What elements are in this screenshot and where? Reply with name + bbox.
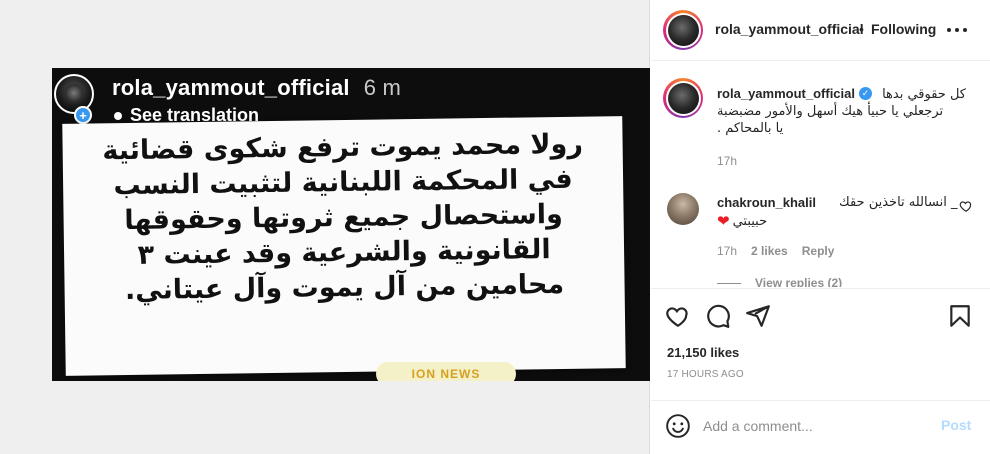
avatar-photo: [667, 14, 699, 46]
caption-text: . يا بالمحاكم: [717, 121, 784, 136]
announcement-line: محامين من آل يموت وآل عيتاني.: [124, 268, 565, 307]
replies-dash: [717, 282, 741, 284]
post-header: rola_yammout_official • Following: [651, 0, 990, 61]
view-replies-label[interactable]: View replies (2): [755, 276, 842, 287]
comment-text: حبيبتي: [732, 213, 768, 229]
news-sticker: ION NEWS: [376, 362, 516, 381]
view-replies-button[interactable]: View replies (2): [717, 276, 842, 287]
commenter-username[interactable]: chakroun_khalil: [717, 195, 816, 210]
caption-author[interactable]: rola_yammout_official ✓: [717, 86, 872, 101]
comment-likes[interactable]: 2 likes: [751, 244, 788, 258]
comment-input[interactable]: [703, 413, 933, 439]
commenter-avatar[interactable]: [667, 193, 699, 225]
like-heart-icon[interactable]: [665, 303, 691, 329]
avatar-photo: [667, 82, 699, 114]
comment-bubble-icon[interactable]: [705, 303, 731, 329]
likes-count[interactable]: 21,150 likes: [667, 345, 739, 360]
comments-area: rola_yammout_official ✓ كل حقوقي بدها تر…: [651, 62, 990, 287]
author-username[interactable]: rola_yammout_official: [715, 21, 864, 37]
post-media[interactable]: + rola_yammout_official 6 m See translati…: [52, 68, 650, 381]
more-options-icon[interactable]: [947, 20, 967, 40]
comment-meta: 17h 2 likes Reply: [717, 244, 834, 258]
caption-text: كل حقوقي بدها: [882, 87, 966, 102]
add-story-icon: +: [74, 106, 92, 124]
post-side-panel: rola_yammout_official • Following rola_y…: [651, 0, 990, 454]
add-comment-bar: Post: [651, 400, 990, 454]
following-button[interactable]: Following: [871, 21, 936, 37]
caption-username[interactable]: rola_yammout_official: [717, 86, 855, 101]
bullet-icon: [114, 111, 122, 120]
caption-avatar[interactable]: [663, 78, 703, 118]
caption-text: ترجعلي يا حبيأ هيك أسهل والأمور مضبضبة: [717, 104, 944, 119]
comment-text: _ انسالله تاخذين حقك: [839, 195, 958, 210]
caption-timestamp[interactable]: 17h: [717, 154, 737, 168]
save-bookmark-icon[interactable]: [947, 303, 973, 329]
announcement-text: رولا محمد يموت ترفع شكوى قضائية في المحك…: [62, 126, 624, 309]
comment-text-line: ❤ حبيبتي: [717, 212, 767, 230]
post-actions: 21,150 likes 17 HOURS AGO: [651, 288, 990, 400]
comment-timestamp[interactable]: 17h: [717, 244, 737, 258]
verified-badge-icon: ✓: [859, 87, 872, 100]
comment-like-heart-icon[interactable]: [959, 199, 973, 213]
story-username-text: rola_yammout_official: [112, 75, 350, 100]
author-avatar[interactable]: [663, 10, 703, 50]
emoji-smiley-icon[interactable]: [665, 413, 691, 439]
post-comment-button[interactable]: Post: [941, 417, 971, 433]
red-heart-emoji: ❤: [717, 212, 730, 230]
media-pane: + rola_yammout_official 6 m See translati…: [0, 0, 650, 454]
story-username: rola_yammout_official 6 m: [112, 75, 401, 101]
story-time: 6 m: [363, 75, 401, 100]
share-paper-plane-icon[interactable]: [745, 303, 771, 329]
post-timestamp[interactable]: 17 HOURS AGO: [667, 369, 744, 380]
header-separator: •: [859, 21, 864, 37]
announcement-card: رولا محمد يموت ترفع شكوى قضائية في المحك…: [62, 116, 626, 376]
reply-button[interactable]: Reply: [802, 244, 835, 258]
